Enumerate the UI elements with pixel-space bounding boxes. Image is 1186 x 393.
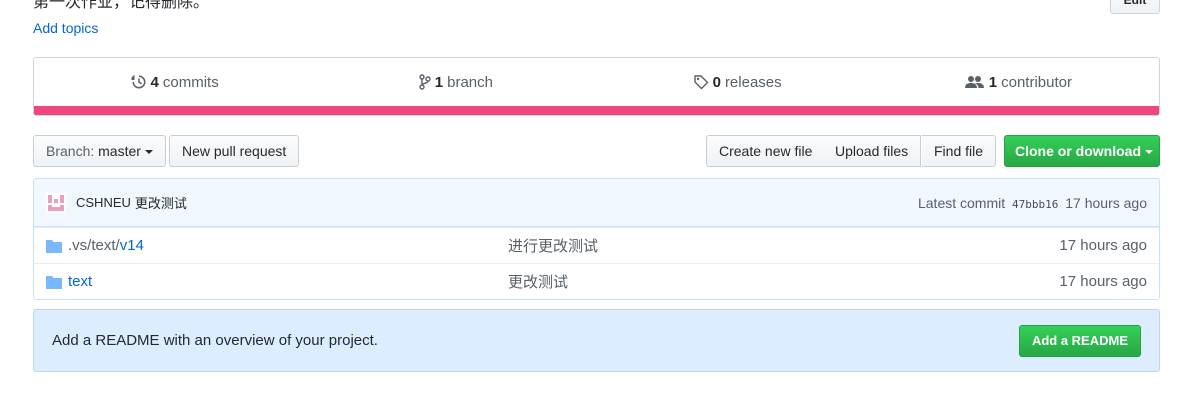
add-readme-button[interactable]: Add a README	[1018, 324, 1141, 357]
file-link[interactable]: v14	[120, 237, 144, 254]
contributors-label: contributor	[1001, 73, 1072, 91]
branch-name: master	[98, 143, 141, 159]
releases-count: 0	[712, 73, 721, 91]
language-bar[interactable]	[34, 106, 1159, 115]
file-commit-message[interactable]: 进行更改测试	[508, 235, 598, 256]
file-age: 17 hours ago	[1059, 273, 1147, 290]
releases-link[interactable]: 0 releases	[597, 58, 878, 106]
numbers-summary: 4 commits 1 branch 0 releases 1 contribu…	[33, 57, 1160, 116]
repo-description: 第一次作业，记得删除。	[33, 0, 210, 11]
branches-label: branch	[447, 73, 493, 91]
edit-description-button[interactable]: Edit	[1110, 0, 1160, 14]
contributors-link[interactable]: 1 contributor	[878, 58, 1159, 106]
commits-label: commits	[162, 73, 219, 91]
folder-icon	[46, 275, 62, 289]
history-icon	[131, 74, 146, 89]
find-file-button[interactable]: Find file	[922, 135, 997, 167]
chevron-down-icon	[1145, 150, 1153, 155]
file-commit-message[interactable]: 更改测试	[508, 271, 568, 292]
clone-or-download-label: Clone or download	[1015, 143, 1141, 159]
contributors-count: 1	[988, 73, 998, 91]
commit-meta: Latest commit 47bbb16 17 hours ago	[918, 195, 1147, 211]
releases-label: releases	[724, 73, 782, 91]
branch-icon	[419, 74, 431, 90]
file-list: CSHNEU 更改测试 Latest commit 47bbb16 17 hou…	[33, 178, 1160, 300]
commits-count: 4	[150, 73, 159, 91]
file-link[interactable]: text	[68, 273, 92, 290]
tag-icon	[693, 75, 709, 90]
file-path-prefix: .vs/text/	[68, 237, 120, 254]
commit-sha[interactable]: 47bbb16	[1012, 198, 1058, 211]
folder-icon	[46, 239, 62, 253]
branch-prefix: Branch:	[46, 143, 95, 159]
chevron-down-icon	[144, 150, 153, 155]
new-pull-request-button[interactable]: New pull request	[169, 135, 300, 167]
commit-age: 17 hours ago	[1065, 194, 1147, 211]
branches-link[interactable]: 1 branch	[315, 58, 596, 106]
readme-prompt: Add a README with an overview of your pr…	[33, 309, 1160, 372]
upload-files-button[interactable]: Upload files	[823, 135, 922, 167]
latest-commit-label: Latest commit	[917, 194, 1006, 211]
branches-count: 1	[434, 73, 444, 91]
latest-commit-bar: CSHNEU 更改测试 Latest commit 47bbb16 17 hou…	[34, 179, 1159, 227]
file-name[interactable]: .vs/text/v14	[68, 237, 508, 254]
add-topics-link[interactable]: Add topics	[33, 20, 98, 36]
avatar[interactable]	[46, 192, 66, 213]
people-icon	[964, 76, 984, 88]
commit-message[interactable]: 更改测试	[135, 193, 187, 212]
commit-author[interactable]: CSHNEU	[76, 195, 131, 210]
file-name[interactable]: text	[68, 273, 508, 290]
table-row: text 更改测试 17 hours ago	[34, 263, 1159, 299]
commits-link[interactable]: 4 commits	[34, 58, 315, 106]
clone-or-download-button[interactable]: Clone or download	[1004, 135, 1160, 167]
table-row: .vs/text/v14 进行更改测试 17 hours ago	[34, 227, 1159, 263]
branch-select-button[interactable]: Branch: master	[33, 135, 166, 167]
readme-prompt-text: Add a README with an overview of your pr…	[52, 332, 378, 349]
create-new-file-button[interactable]: Create new file	[706, 135, 826, 167]
file-age: 17 hours ago	[1059, 237, 1147, 254]
